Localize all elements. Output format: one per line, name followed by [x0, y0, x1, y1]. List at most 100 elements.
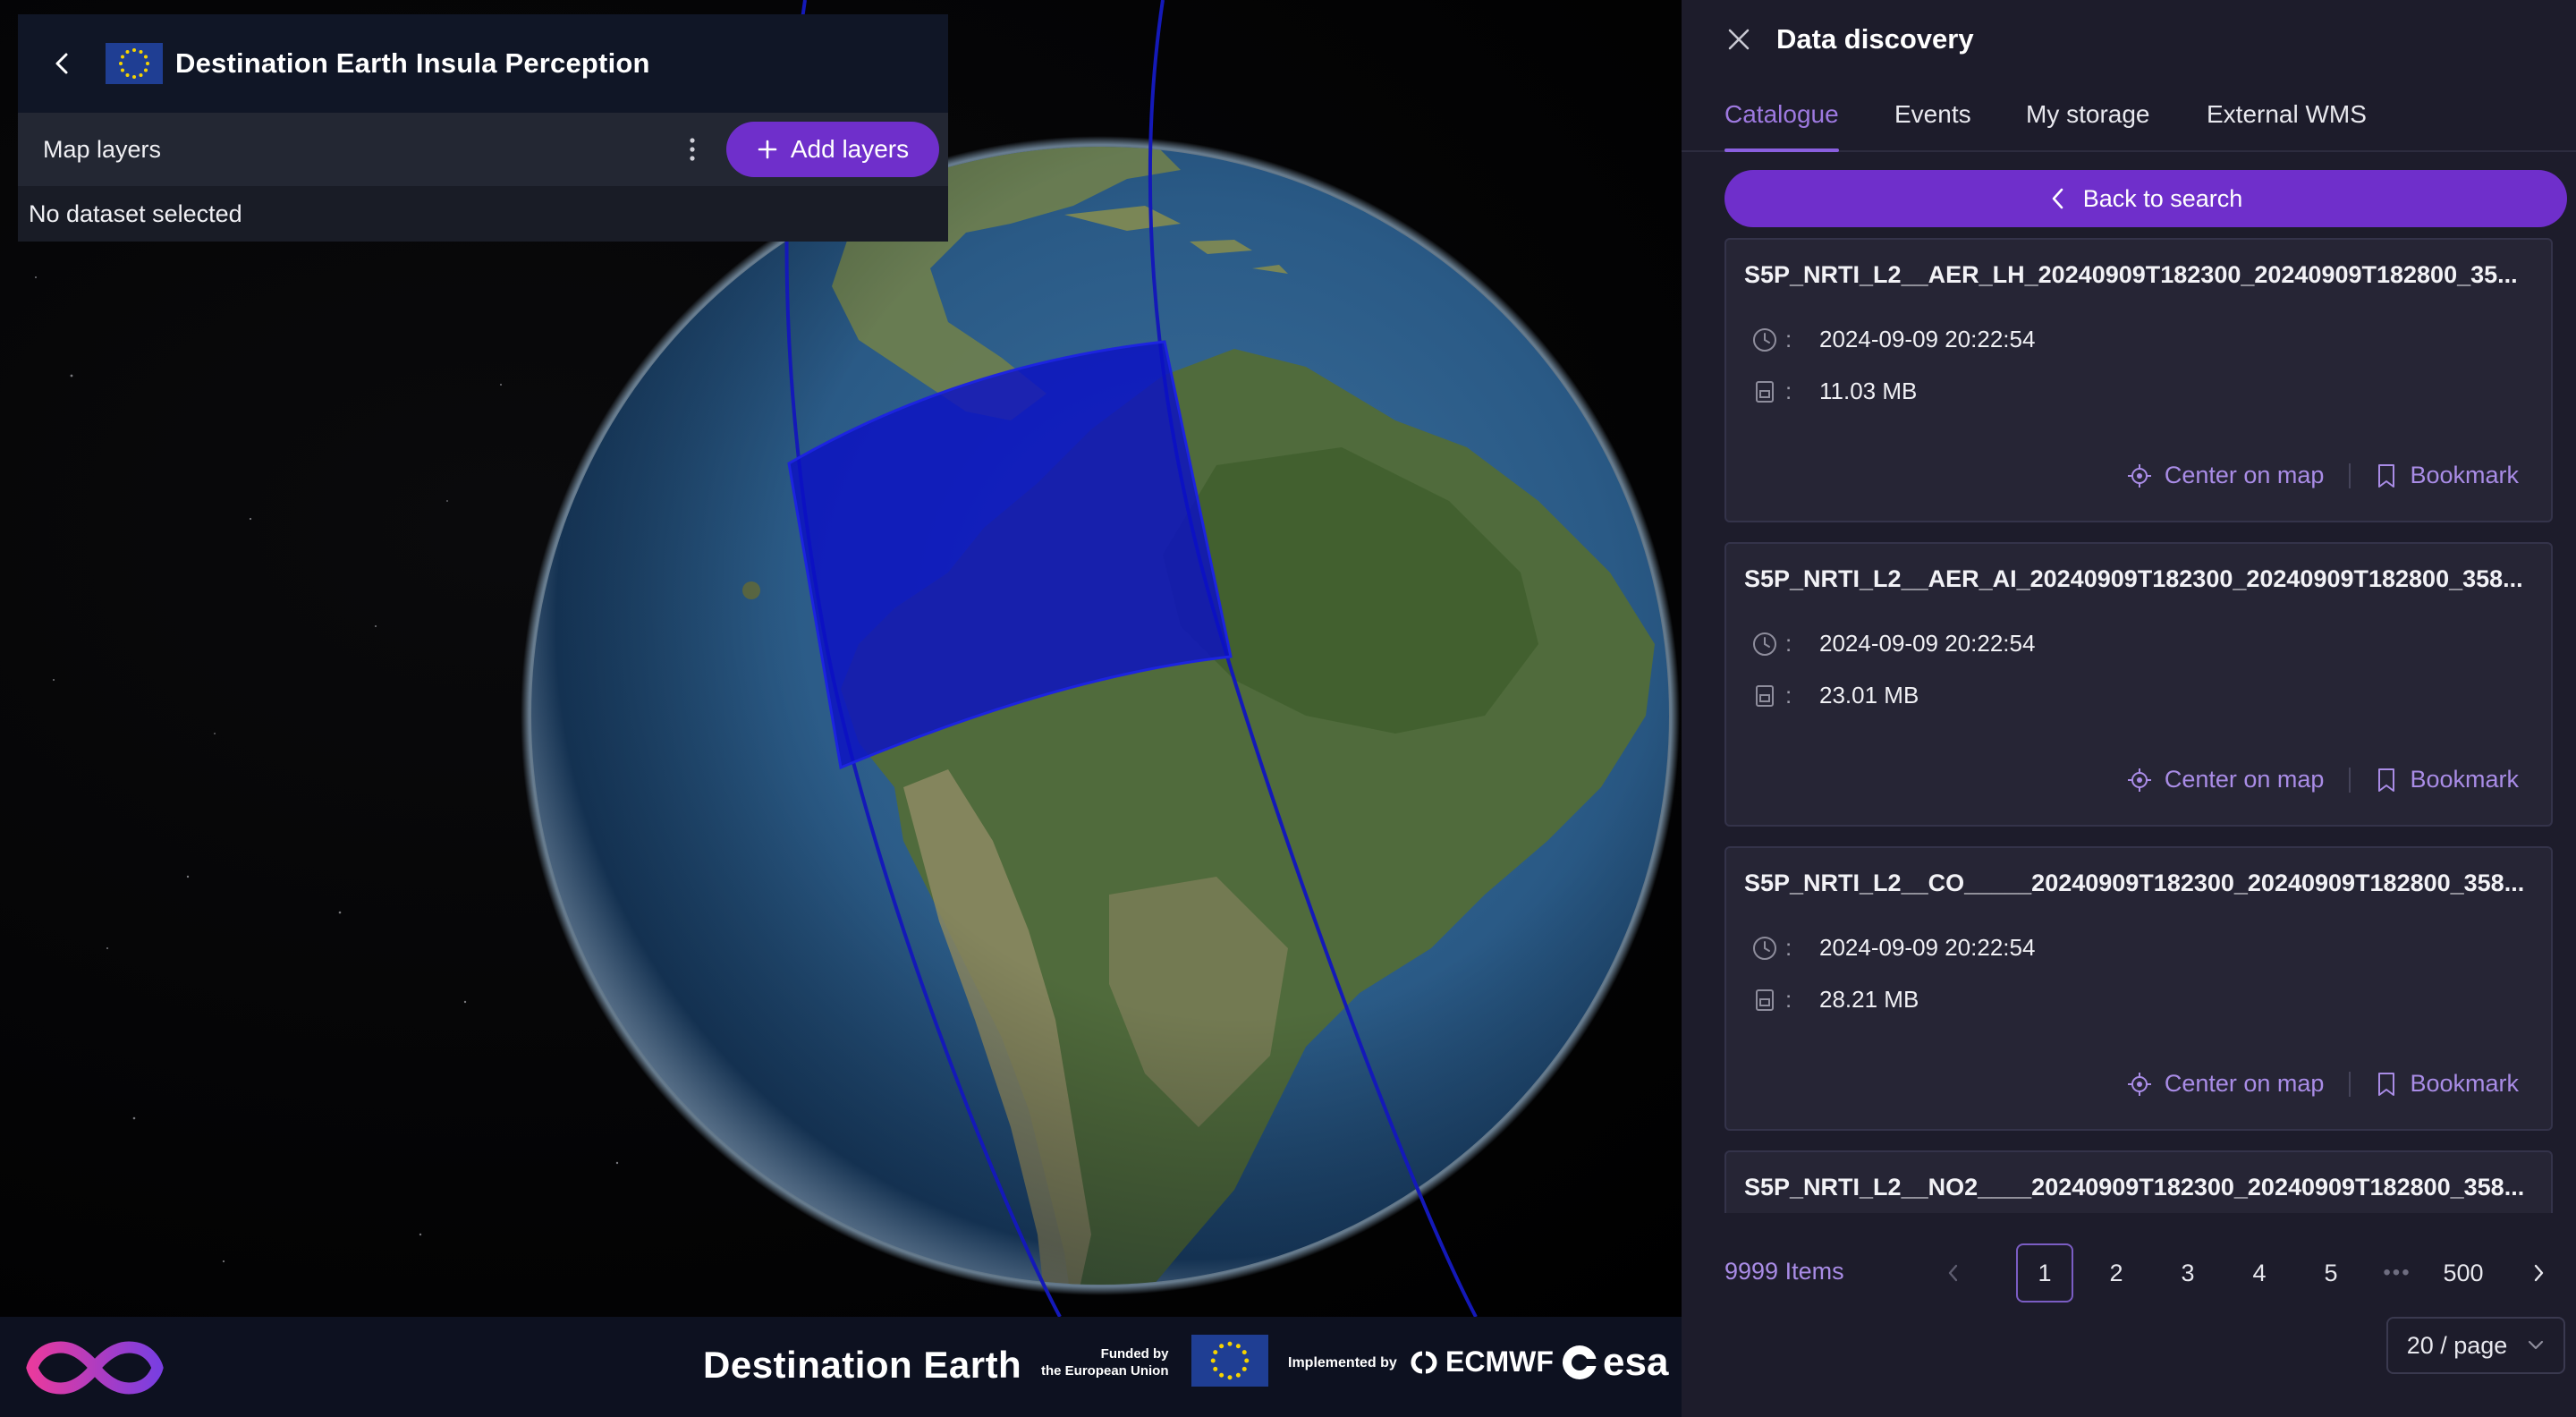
funded-by-line2: the European Union	[1041, 1363, 1169, 1379]
page-size-value: 20 / page	[2406, 1331, 2508, 1359]
size-value: 23.01 MB	[1819, 682, 1919, 708]
panel-title: Data discovery	[1776, 23, 1974, 55]
pagination: 9999 Items 1 2 3 4 5 ••• 500	[1724, 1243, 2567, 1302]
bookmark-label: Bookmark	[2410, 766, 2519, 793]
center-on-map-button[interactable]: Center on map	[2127, 1070, 2324, 1098]
size-row: : 28.21 MB	[1751, 986, 1919, 1014]
card-actions: Center on map Bookmark	[2127, 1070, 2519, 1098]
divider	[2349, 1071, 2351, 1097]
timestamp-value: 2024-09-09 20:22:54	[1819, 326, 2036, 352]
chevron-down-icon	[2529, 1340, 2544, 1350]
size-row: : 23.01 MB	[1751, 682, 1919, 709]
crosshair-icon	[2127, 768, 2151, 792]
ecmwf-logo: ECMWF	[1406, 1345, 1554, 1379]
card-actions: Center on map Bookmark	[2127, 462, 2519, 489]
bookmark-label: Bookmark	[2410, 462, 2519, 488]
result-card[interactable]: S5P_NRTI_L2__NO2____20240909T182300_2024…	[1724, 1150, 2553, 1213]
total-items: 9999 Items	[1724, 1258, 1844, 1285]
more-pages-ellipsis[interactable]: •••	[2370, 1243, 2424, 1302]
app-title: Destination Earth Insula Perception	[175, 47, 650, 79]
result-card[interactable]: S5P_NRTI_L2__AER_LH_20240909T182300_2024…	[1724, 238, 2553, 522]
destine-infinity-logo[interactable]	[25, 1335, 165, 1401]
size-value: 28.21 MB	[1819, 986, 1919, 1013]
tab-external-wms[interactable]: External WMS	[2207, 100, 2367, 129]
timestamp-row: : 2024-09-09 20:22:54	[1751, 630, 2035, 658]
close-button[interactable]	[1721, 21, 1757, 57]
page-1-button[interactable]: 1	[2016, 1243, 2073, 1302]
prev-page-button[interactable]	[1936, 1243, 1971, 1302]
tab-events[interactable]: Events	[1894, 100, 1971, 129]
center-on-map-button[interactable]: Center on map	[2127, 766, 2325, 793]
tab-my-storage[interactable]: My storage	[2026, 100, 2150, 129]
eu-flag-logo	[1191, 1335, 1268, 1387]
eu-flag-icon	[106, 43, 163, 84]
timestamp-row: : 2024-09-09 20:22:54	[1751, 326, 2035, 353]
destination-earth-wordmark: Destination Earth	[703, 1344, 1022, 1386]
colon: :	[1785, 682, 1792, 708]
tab-catalogue[interactable]: Catalogue	[1724, 100, 1839, 129]
bookmark-button[interactable]: Bookmark	[2376, 1070, 2519, 1098]
app-header: Destination Earth Insula Perception	[18, 14, 948, 113]
bookmark-button[interactable]: Bookmark	[2376, 766, 2519, 793]
storage-icon	[1756, 989, 1774, 1011]
page-2-button[interactable]: 2	[2088, 1243, 2145, 1302]
page-5-button[interactable]: 5	[2302, 1243, 2360, 1302]
timestamp-value: 2024-09-09 20:22:54	[1819, 934, 2036, 961]
crosshair-icon	[2127, 1072, 2151, 1096]
page-3-button[interactable]: 3	[2159, 1243, 2216, 1302]
back-button[interactable]	[34, 35, 91, 92]
back-to-search-button[interactable]: Back to search	[1724, 170, 2567, 227]
bookmark-button[interactable]: Bookmark	[2376, 462, 2519, 489]
map-layers-label: Map layers	[43, 135, 162, 163]
data-discovery-panel: Data discovery Catalogue Events My stora…	[1682, 0, 2576, 1417]
storage-icon	[1756, 684, 1774, 707]
eu-stars-icon	[119, 48, 149, 79]
center-on-map-label: Center on map	[2164, 462, 2325, 488]
page-4-button[interactable]: 4	[2231, 1243, 2288, 1302]
clock-icon	[1753, 632, 1776, 656]
data-discovery-header: Data discovery	[1682, 0, 2576, 81]
next-page-button[interactable]	[2521, 1243, 2556, 1302]
plus-icon	[758, 140, 777, 159]
divider	[2349, 462, 2351, 488]
map-layers-panel: Destination Earth Insula Perception Map …	[18, 14, 948, 242]
size-value: 11.03 MB	[1819, 378, 1918, 404]
result-card[interactable]: S5P_NRTI_L2__AER_AI_20240909T182300_2024…	[1724, 542, 2553, 827]
page-size-select[interactable]: 20 / page	[2386, 1317, 2565, 1374]
add-layers-button[interactable]: Add layers	[726, 122, 939, 177]
esa-mark-icon	[1563, 1345, 1597, 1379]
add-layers-label: Add layers	[790, 135, 910, 163]
chevron-right-icon	[2534, 1264, 2544, 1282]
dataset-name: S5P_NRTI_L2__CO_____20240909T182300_2024…	[1744, 870, 2525, 896]
card-actions: Center on map Bookmark	[2127, 766, 2519, 793]
bookmark-icon	[2378, 463, 2395, 488]
storage-icon	[1756, 380, 1774, 403]
funded-by-line1: Funded by	[1100, 1346, 1169, 1362]
timestamp-value: 2024-09-09 20:22:54	[1819, 630, 2036, 657]
colon: :	[1785, 630, 1792, 657]
esa-logo: esa	[1560, 1340, 1668, 1385]
results-list[interactable]: S5P_NRTI_L2__AER_LH_20240909T182300_2024…	[1724, 238, 2567, 1213]
bookmark-icon	[2378, 768, 2395, 792]
center-on-map-button[interactable]: Center on map	[2127, 462, 2325, 489]
divider	[2349, 767, 2351, 793]
bookmark-label: Bookmark	[2410, 1070, 2519, 1097]
globe-shading	[531, 147, 1669, 1285]
active-tab-indicator	[1724, 148, 1839, 152]
ecmwf-wordmark: ECMWF	[1445, 1345, 1554, 1378]
implemented-by-text: Implemented by	[1288, 1355, 1397, 1370]
esa-wordmark: esa	[1603, 1340, 1669, 1384]
page-500-button[interactable]: 500	[2428, 1243, 2499, 1302]
colon: :	[1785, 326, 1792, 352]
close-icon	[1728, 29, 1750, 50]
ecmwf-mark-icon	[1411, 1351, 1437, 1373]
footer-bar: Destination Earth Funded by the European…	[0, 1317, 1682, 1417]
clock-icon	[1753, 327, 1776, 352]
more-options-button[interactable]	[674, 132, 710, 167]
result-card[interactable]: S5P_NRTI_L2__CO_____20240909T182300_2024…	[1724, 846, 2553, 1131]
dataset-name: S5P_NRTI_L2__AER_LH_20240909T182300_2024…	[1744, 261, 2518, 288]
clock-icon	[1753, 936, 1776, 960]
map-layers-toolbar: Map layers Add layers	[18, 113, 948, 186]
dataset-name: S5P_NRTI_L2__AER_AI_20240909T182300_2024…	[1744, 565, 2523, 592]
center-on-map-label: Center on map	[2164, 766, 2325, 793]
